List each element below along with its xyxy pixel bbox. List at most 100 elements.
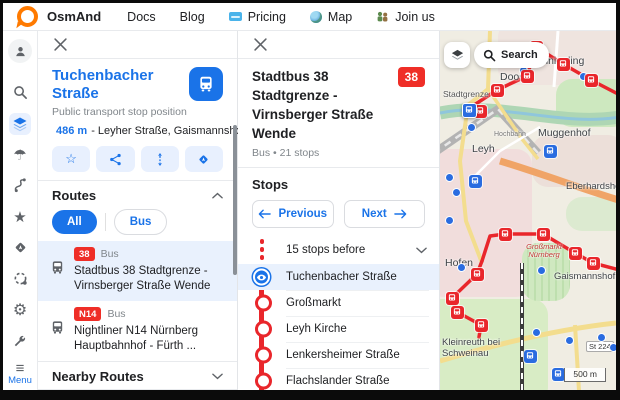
- vertical-arrows-icon: [154, 153, 166, 166]
- map-layers-control[interactable]: [444, 42, 470, 68]
- next-stop-button[interactable]: Next: [344, 200, 426, 228]
- share-button[interactable]: [96, 146, 134, 172]
- stop-title: Tuchenbacher Straße: [52, 67, 189, 103]
- map-search-button[interactable]: Search: [474, 42, 549, 68]
- map-place-label: Muggenhof: [538, 127, 591, 139]
- stop-marker: [255, 347, 272, 364]
- bus-stop-marker-route38[interactable]: [585, 74, 598, 87]
- panel-scrollbar[interactable]: [233, 125, 237, 275]
- map-layers-button[interactable]: [9, 113, 31, 135]
- layers-icon: [450, 48, 465, 63]
- selected-stop-marker[interactable]: [462, 103, 477, 118]
- route-panel-body: Stadtbus 38 Stadtgrenze - Virnsberger St…: [238, 59, 439, 390]
- route-name: Stadtbus 38 Stadtgrenze - Virnsberger St…: [74, 264, 227, 294]
- route-kind: Bus: [101, 248, 119, 260]
- route-kind: Bus: [107, 308, 125, 320]
- map-view[interactable]: DoosSchnieglingMuggenhofStadtgrenzeHochb…: [440, 31, 616, 390]
- bus-stop-marker-route38[interactable]: [537, 228, 550, 241]
- transit-point-marker[interactable]: [597, 333, 606, 342]
- add-favorite-button[interactable]: ☆: [52, 146, 90, 172]
- nav-link-map[interactable]: Map: [310, 10, 352, 24]
- menu-button[interactable]: ≡ Menu: [8, 363, 32, 386]
- route-item-n14[interactable]: N14Bus Nightliner N14 Nürnberg Hauptbahn…: [38, 301, 237, 361]
- stop-panel-body: Tuchenbacher Straße Public transport sto…: [38, 59, 237, 390]
- navigation-button[interactable]: [9, 237, 31, 259]
- stop-row-current[interactable]: Tuchenbacher Straße: [238, 264, 439, 290]
- nav-link-join-us[interactable]: Join us: [376, 10, 435, 24]
- settings-button[interactable]: ⚙: [9, 299, 31, 321]
- tools-button[interactable]: [9, 330, 31, 352]
- arrow-left-icon: [258, 209, 271, 219]
- stops-before-toggle[interactable]: 15 stops before: [238, 236, 439, 264]
- hamburger-icon: ≡: [8, 363, 32, 375]
- search-icon: [483, 49, 496, 62]
- stop-row[interactable]: Lenkersheimer Straße: [238, 342, 439, 368]
- filter-bus-chip[interactable]: Bus: [114, 209, 168, 235]
- brand-name[interactable]: OsmAnd: [47, 9, 101, 24]
- map-scale-bar: 500 m: [564, 368, 606, 382]
- measure-button[interactable]: [141, 146, 179, 172]
- share-icon: [109, 153, 122, 166]
- stop-type-button[interactable]: [189, 67, 223, 101]
- stop-row[interactable]: Großmarkt: [238, 290, 439, 316]
- bus-stop-marker-route38[interactable]: [587, 257, 600, 270]
- nav-link-pricing[interactable]: Pricing: [229, 10, 286, 24]
- account-button[interactable]: [8, 39, 32, 63]
- bus-stop-marker-route38[interactable]: [557, 58, 570, 71]
- map-place-label: Leyh: [472, 143, 495, 155]
- previous-stop-button[interactable]: Previous: [252, 200, 334, 228]
- directions-button[interactable]: [185, 146, 223, 172]
- stop-row[interactable]: Leyh Kirche: [238, 316, 439, 342]
- chevron-down-icon: [416, 247, 427, 254]
- bus-stop-marker-route38[interactable]: [451, 306, 464, 319]
- routes-list: 38 Bus Stadtbus 38 Stadtgrenze - Virnsber…: [38, 241, 237, 361]
- nearby-routes-header[interactable]: Nearby Routes: [52, 362, 223, 389]
- transit-point-marker[interactable]: [537, 266, 546, 275]
- map-place-label: Gaismannshof: [554, 271, 615, 282]
- bus-stop-marker-route38[interactable]: [491, 84, 504, 97]
- pricing-card-icon: [229, 12, 242, 21]
- map-place-label: Kleinreuth bei Schweinau: [442, 337, 504, 359]
- transit-point-marker[interactable]: [532, 328, 541, 337]
- transit-point-marker[interactable]: [445, 216, 454, 225]
- bus-stop-marker[interactable]: [552, 368, 565, 381]
- stop-subtitle: Public transport stop position: [52, 106, 189, 118]
- bus-stop-marker[interactable]: [524, 350, 537, 363]
- bus-stop-marker-route38[interactable]: [471, 268, 484, 281]
- filter-all-chip[interactable]: All: [52, 210, 97, 234]
- favorites-button[interactable]: ★: [9, 206, 31, 228]
- route-item-38[interactable]: 38 Bus Stadtbus 38 Stadtgrenze - Virnsber…: [38, 241, 237, 301]
- nearby-routes-heading: Nearby Routes: [52, 369, 144, 384]
- bus-stop-marker[interactable]: [544, 145, 557, 158]
- bus-stop-marker-route38[interactable]: [499, 228, 512, 241]
- nav-link-docs[interactable]: Docs: [127, 10, 155, 24]
- weather-button[interactable]: ☂: [9, 144, 31, 166]
- transit-point-marker[interactable]: [565, 336, 574, 345]
- transit-point-marker[interactable]: [609, 343, 617, 352]
- transit-point-marker[interactable]: [445, 173, 454, 182]
- bus-stop-marker-route38[interactable]: [569, 247, 582, 260]
- search-tool-button[interactable]: [9, 82, 31, 104]
- transit-point-marker[interactable]: [452, 188, 461, 197]
- gear-icon: ⚙: [13, 300, 27, 320]
- stop-panel: Tuchenbacher Straße Public transport sto…: [38, 31, 238, 390]
- map-place-label: Hochbahn: [494, 131, 526, 138]
- bus-icon: [197, 75, 215, 93]
- bus-stop-marker-route38[interactable]: [475, 319, 488, 332]
- nav-link-blog[interactable]: Blog: [180, 10, 205, 24]
- track-recording-button[interactable]: [9, 268, 31, 290]
- transit-point-marker[interactable]: [467, 123, 476, 132]
- plan-route-button[interactable]: [9, 175, 31, 197]
- close-route-panel-button[interactable]: [251, 36, 269, 54]
- chevron-down-icon: [212, 373, 223, 380]
- route-badge: 38: [74, 247, 95, 261]
- close-stop-panel-button[interactable]: [51, 36, 69, 54]
- stop-row[interactable]: Flachslander Straße: [238, 368, 439, 390]
- directions-diamond-icon: [197, 153, 210, 166]
- transit-point-marker[interactable]: [457, 263, 466, 272]
- bus-stop-marker-route38[interactable]: [446, 292, 459, 305]
- map-place-label: Stadtgrenze: [443, 89, 489, 99]
- bus-stop-marker-route38[interactable]: [521, 70, 534, 83]
- routes-section-header[interactable]: Routes: [52, 181, 223, 208]
- bus-stop-marker[interactable]: [469, 175, 482, 188]
